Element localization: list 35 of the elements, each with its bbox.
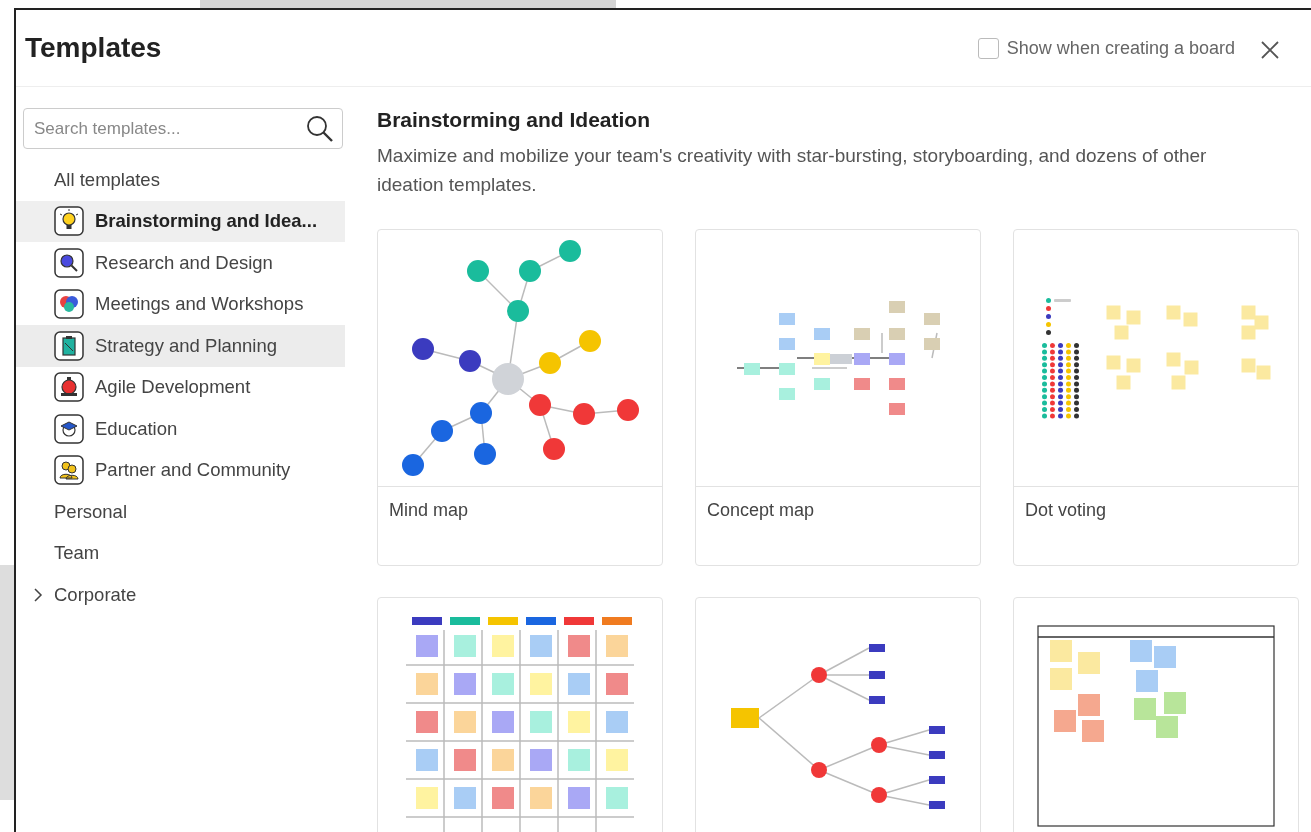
category-icon <box>54 206 84 237</box>
search-icon <box>306 115 334 143</box>
search-field[interactable]: Search templates... <box>23 108 343 149</box>
category-icon <box>54 289 84 320</box>
checkbox[interactable] <box>977 37 999 59</box>
template-card[interactable]: Dot voting <box>1013 229 1299 567</box>
sidebar-item[interactable]: All templates <box>16 159 345 201</box>
sidebar-item[interactable]: Agile Development <box>16 366 345 408</box>
template-card[interactable] <box>1013 597 1299 832</box>
template-card[interactable] <box>695 597 981 832</box>
sidebar-item[interactable]: Strategy and Planning <box>16 325 345 367</box>
section-title: Brainstorming and Ideation <box>377 107 652 133</box>
category-icon <box>54 372 84 403</box>
sidebar-item[interactable]: Research and Design <box>16 242 345 284</box>
template-card[interactable] <box>377 597 663 832</box>
sidebar-item[interactable]: Team <box>16 532 345 574</box>
caret-icon <box>32 587 44 602</box>
template-card[interactable]: Concept map <box>695 229 981 567</box>
category-icon <box>54 247 84 278</box>
category-icon <box>54 413 84 444</box>
template-title: Concept map <box>707 500 815 521</box>
category-icon <box>54 330 84 361</box>
template-card[interactable]: Mind map <box>377 229 663 567</box>
template-title: Dot voting <box>1025 500 1107 521</box>
sidebar-item[interactable]: Education <box>16 408 345 450</box>
category-icon <box>54 455 84 486</box>
checkbox-label: Show when creating a board <box>1006 36 1235 60</box>
sidebar-item[interactable]: Brainstorming and Idea... <box>16 200 345 242</box>
sidebar-item[interactable]: Partner and Community <box>16 449 345 491</box>
sidebar-item[interactable]: Meetings and Workshops <box>16 283 345 325</box>
dialog-title: Templates <box>25 31 162 65</box>
section-description: Maximize and mobilize your team's creativity with star-bursting, storyboarding, and dozens of other ideation templates. <box>377 144 1208 198</box>
template-title: Mind map <box>389 500 469 521</box>
sidebar-item[interactable]: Corporate <box>16 574 345 616</box>
sidebar-item[interactable]: Personal <box>16 491 345 533</box>
